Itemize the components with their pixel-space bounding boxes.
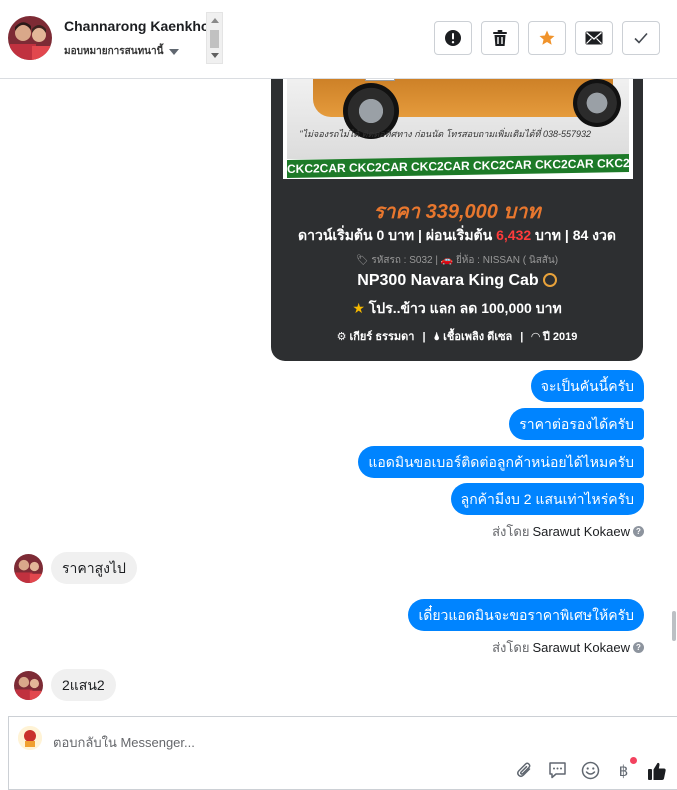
- scroll-down-arrow-icon[interactable]: [211, 53, 219, 58]
- card-price: ราคา 339,000 บาท: [373, 201, 541, 223]
- assign-label: มอบหมายการสนทนานี้: [64, 46, 164, 57]
- sender-name[interactable]: Sarawut Kokaew: [532, 640, 630, 655]
- like-icon: [647, 762, 666, 780]
- chevron-down-icon: [169, 48, 180, 55]
- saved-reply-icon: [549, 762, 566, 779]
- header-scrollbar[interactable]: [206, 12, 223, 64]
- down-prefix: ดาวน์เริ่มต้น 0 บาท | ผ่อนเริ่มต้น: [298, 227, 497, 243]
- attach-button[interactable]: [514, 760, 535, 781]
- rear-wheel: [573, 79, 621, 127]
- scroll-thumb[interactable]: [672, 611, 676, 641]
- check-icon: [634, 32, 648, 44]
- delete-button[interactable]: [481, 21, 519, 55]
- star-button[interactable]: [528, 21, 566, 55]
- inbox-conversation-panel: Channarong Kaenkhot มอบหมายการสนทนานี้ "…: [0, 0, 677, 790]
- incoming-message-row: ราคาสูงไป: [14, 552, 137, 584]
- mark-done-button[interactable]: [622, 21, 660, 55]
- spec-fuel: 🌢 เชื้อเพลิง ดีเซล: [433, 331, 513, 343]
- alert-icon: [445, 30, 461, 46]
- outgoing-message[interactable]: ลูกค้ามีงบ 2 แสนเท่าไหร่ครับ: [450, 483, 644, 515]
- conversation-header: Channarong Kaenkhot มอบหมายการสนทนานี้: [0, 0, 677, 79]
- emoji-icon: [581, 761, 600, 780]
- notification-dot: [630, 757, 637, 764]
- sent-by-label: ส่งโดย Sarawut Kokaew ?: [492, 521, 644, 542]
- reply-input[interactable]: ตอบกลับใน Messenger...: [53, 732, 195, 753]
- sent-by-prefix: ส่งโดย: [492, 524, 530, 539]
- license-plate: [365, 79, 395, 81]
- outgoing-message[interactable]: จะเป็นคันนี้ครับ: [530, 370, 644, 402]
- spec-separator: |: [422, 331, 426, 343]
- contact-avatar-small[interactable]: [14, 670, 43, 700]
- help-icon[interactable]: ?: [633, 642, 644, 653]
- spec-year: ◠ ปี 2019: [531, 331, 578, 343]
- outgoing-message[interactable]: ราคาต่อรองได้ครับ: [509, 408, 644, 440]
- card-meta: 🏷 รหัสรถ : S032 | 🚗 ยี่ห้อ : NISSAN ( นิ…: [355, 255, 559, 266]
- scroll-up-arrow-icon[interactable]: [211, 18, 219, 23]
- header-actions: [434, 21, 660, 55]
- star-icon: [539, 30, 555, 45]
- spec-separator: |: [520, 331, 524, 343]
- sent-by-label: ส่งโดย Sarawut Kokaew ?: [492, 637, 644, 658]
- installment-amount: 6,432: [496, 227, 532, 243]
- sent-by-prefix: ส่งโดย: [492, 640, 530, 655]
- attach-icon: [516, 762, 530, 777]
- spec-gear: ⚙ เกียร์ ธรรมดา: [336, 331, 415, 343]
- sender-name[interactable]: Sarawut Kokaew: [532, 524, 630, 539]
- like-button[interactable]: [646, 760, 667, 781]
- assign-conversation-dropdown[interactable]: มอบหมายการสนทนานี้: [64, 44, 180, 59]
- card-specs: ⚙ เกียร์ ธรรมดา | 🌢 เชื้อเพลิง ดีเซล | ◠ ปี …: [271, 327, 643, 345]
- outgoing-message[interactable]: เดี๋ยวแอดมินจะขอราคาพิเศษให้ครับ: [408, 599, 644, 631]
- incoming-message-row: 2แสน2: [14, 669, 116, 701]
- payment-button[interactable]: ฿: [613, 757, 637, 781]
- baht-payment-icon: ฿: [618, 762, 629, 780]
- car-photo: "ไม่จองรถไม่ได้ ติดต่อทิศทาง ก่อนนัด โทร…: [283, 79, 633, 179]
- scroll-thumb[interactable]: [210, 30, 219, 48]
- contact-avatar-small[interactable]: [14, 553, 43, 583]
- thread-scrollbar[interactable]: [671, 79, 677, 706]
- emoji-button[interactable]: [580, 760, 601, 781]
- model-name: NP300 Navara King Cab: [357, 272, 539, 289]
- trash-icon: [493, 30, 507, 46]
- card-down-payment: ดาวน์เริ่มต้น 0 บาท | ผ่อนเริ่มต้น 6,432…: [271, 225, 643, 247]
- saved-replies-button[interactable]: [547, 760, 568, 781]
- card-promo: ★ โปร..ข้าว แลก ลด 100,000 บาท: [271, 298, 643, 320]
- promo-text: โปร..ข้าว แลก ลด 100,000 บาท: [368, 300, 562, 316]
- message-thread[interactable]: "ไม่จองรถไม่ได้ ติดต่อทิศทาง ก่อนนัด โทร…: [0, 79, 677, 706]
- promo-star-icon: ★: [352, 300, 365, 316]
- down-suffix: บาท | 84 งวด: [531, 227, 616, 243]
- mark-unread-button[interactable]: [575, 21, 613, 55]
- page-avatar: [18, 726, 42, 750]
- verified-check-icon: [542, 273, 557, 287]
- reply-composer: ตอบกลับใน Messenger... ฿: [8, 716, 677, 790]
- envelope-icon: [585, 31, 603, 45]
- photo-phone-note: "ไม่จองรถไม่ได้ ติดต่อทิศทาง ก่อนนัด โทร…: [299, 129, 591, 139]
- incoming-message[interactable]: ราคาสูงไป: [51, 552, 137, 584]
- composer-tools: ฿: [514, 757, 667, 781]
- incoming-message[interactable]: 2แสน2: [51, 669, 116, 701]
- contact-avatar[interactable]: [8, 16, 52, 60]
- contact-name[interactable]: Channarong Kaenkhot: [64, 18, 206, 34]
- product-card-image[interactable]: "ไม่จองรถไม่ได้ ติดต่อทิศทาง ก่อนนัด โทร…: [271, 79, 643, 361]
- spam-button[interactable]: [434, 21, 472, 55]
- card-model: NP300 Navara King Cab: [271, 272, 643, 290]
- help-icon[interactable]: ?: [633, 526, 644, 537]
- outgoing-message[interactable]: แอดมินขอเบอร์ติดต่อลูกค้าหน่อยได้ไหมครับ: [358, 446, 644, 478]
